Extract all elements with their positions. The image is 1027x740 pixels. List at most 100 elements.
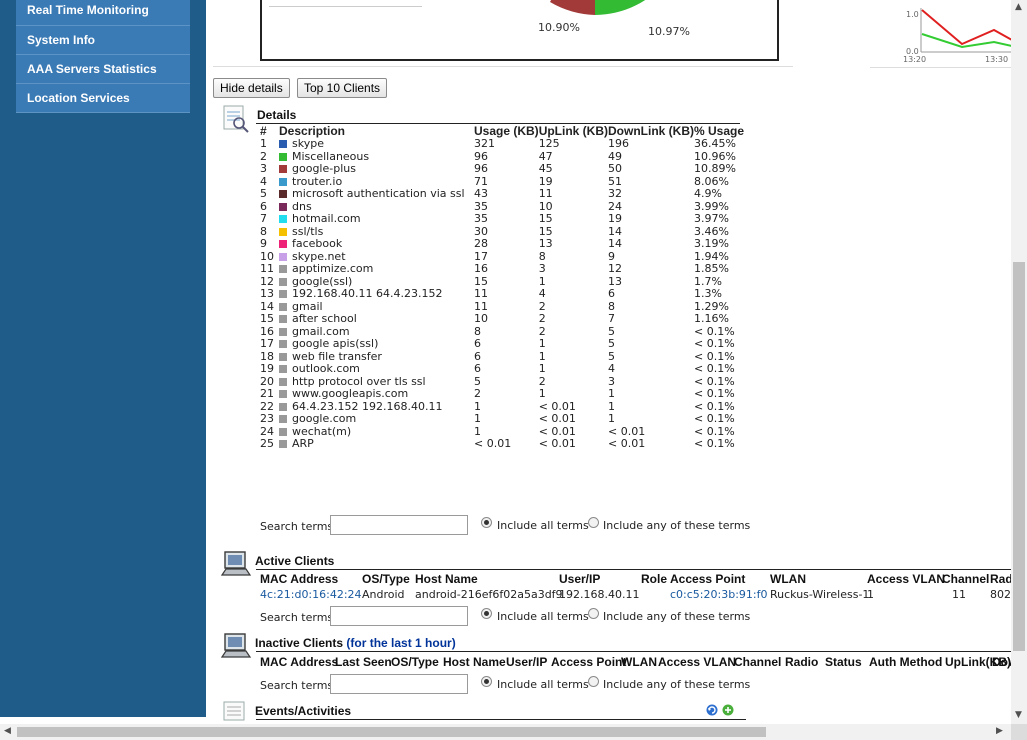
legend-swatch [279,302,287,311]
row-usage: 96 [474,149,488,163]
inactive-include-any-radio[interactable] [588,676,599,687]
legend-swatch [279,240,287,249]
table-row: 10 skype.net 17 8 9 1.94% [256,249,744,264]
description-text: web file transfer [292,349,382,363]
row-description: microsoft authentication via ssl [279,188,474,201]
scroll-right-arrow-icon[interactable]: ▶ [996,726,1003,736]
row-percent: < 0.1% [694,437,735,451]
sidebar-item-system-info[interactable]: System Info [16,26,190,55]
legend-swatch [279,177,287,186]
row-description: 64.4.23.152 192.168.40.11 [279,400,474,414]
pie-slice-miscellaneous [595,0,646,15]
col-description: Description [279,124,346,138]
vertical-scrollbar[interactable]: ▲ ▼ [1011,0,1027,724]
row-usage: 1 [474,412,481,426]
horizontal-scroll-thumb[interactable] [17,727,766,737]
refresh-icon[interactable] [706,704,718,716]
row-usage: < 0.01 [474,437,512,451]
table-row: 22 64.4.23.152 192.168.40.11 1 < 0.01 1 < 0.1… [256,399,744,414]
row-uplink: 8 [538,249,546,263]
hide-details-button[interactable]: Hide details [213,78,290,98]
active-include-all-radio[interactable] [481,608,492,619]
search-label: Search terms [260,679,334,692]
row-description: google apis(ssl) [279,338,474,351]
sidebar-item-aaa-servers-statistics[interactable]: AAA Servers Statistics [16,55,190,84]
legend-swatch [279,140,287,149]
legend-swatch [279,427,287,436]
row-usage: 17 [474,249,488,263]
table-row: 24 wechat(m) 1 < 0.01 < 0.01 < 0.1% [256,425,744,439]
col-access-vlan: Access VLAN [867,572,946,586]
row-uplink: < 0.01 [538,399,576,413]
col-channel: Channel [734,655,782,669]
description-text: outlook.com [292,362,360,376]
row-percent: < 0.1% [694,374,735,388]
inactive-clients-title: Inactive Clients (for the last 1 hour) [255,636,456,650]
row-description: apptimize.com [279,263,474,276]
row-description: skype [279,138,474,151]
sidebar-item-location-services[interactable]: Location Services [16,84,190,113]
client-ap-link[interactable]: c0:c5:20:3b:91:f0 [670,588,767,601]
active-include-any-radio[interactable] [588,608,599,619]
events-title: Events/Activities [255,704,352,718]
sidebar-item-real-time-monitoring[interactable]: Real Time Monitoring [16,0,190,26]
pie-label-miscellaneous: 10.97% [648,25,690,38]
row-uplink: 15 [538,212,553,226]
row-number: 16 [260,324,274,338]
client-mac-link[interactable]: 4c:21:d0:16:42:24 [260,588,362,601]
row-uplink: 2 [538,324,546,338]
table-row: 25 ARP < 0.01 < 0.01 < 0.01 < 0.1% [256,438,744,451]
table-row: 14 gmail 11 2 8 1.29% [256,299,744,314]
inactive-include-all-radio[interactable] [481,676,492,687]
row-description: facebook [279,238,474,251]
description-text: google apis(ssl) [292,337,379,351]
table-row: 23 google.com 1 < 0.01 1 < 0.1% [256,413,744,426]
details-table: # Description Usage (KB) UpLink (KB) Dow… [256,124,744,451]
details-include-all-radio[interactable] [481,517,492,528]
row-description: google.com [279,413,474,426]
row-percent: 4.9% [694,187,722,201]
description-text: Miscellaneous [292,149,370,163]
legend-swatch [279,215,287,224]
pie-slice-google-plus [550,0,595,15]
row-usage: 2 [474,387,481,401]
scroll-left-arrow-icon[interactable]: ◀ [4,726,11,736]
col-user-ip: User/IP [559,572,601,586]
row-uplink: 3 [538,262,546,276]
include-all-label: Include all terms [497,678,589,691]
scroll-up-arrow-icon[interactable]: ▲ [1015,2,1022,12]
y-tick-1: 1.0 [906,10,919,19]
details-include-any-radio[interactable] [588,517,599,528]
active-clients-search-input[interactable] [330,606,468,626]
row-number: 8 [260,224,267,238]
vertical-scroll-thumb[interactable] [1013,262,1025,651]
top10-clients-button[interactable]: Top 10 Clients [297,78,388,98]
client-ip: 192.168.40.11 [559,588,640,601]
row-description: trouter.io [279,175,474,189]
pie-label-google-plus: 10.90% [538,21,580,34]
row-downlink: 7 [608,312,616,326]
row-uplink: 45 [538,162,553,176]
add-icon[interactable] [722,704,734,716]
active-clients-rule [256,569,1011,570]
divider [870,67,1012,68]
inactive-clients-search-input[interactable] [330,674,468,694]
horizontal-scrollbar[interactable]: ◀ ▶ [0,724,1011,740]
client-os: Android [362,588,405,601]
details-search-input[interactable] [330,515,468,535]
table-row: 21 www.googleapis.com 2 1 1 < 0.1% [256,388,744,401]
row-usage: 6 [474,337,481,351]
row-uplink: 2 [538,374,546,388]
row-percent: 10.96% [694,149,736,163]
row-description: web file transfer [279,349,474,364]
series-line-green [921,33,1013,49]
row-downlink: 196 [608,137,630,151]
table-row: 6 dns 35 10 24 3.99% [256,200,744,214]
row-uplink: 47 [538,149,553,163]
inactive-clients-subtitle: (for the last 1 hour) [346,636,456,650]
row-downlink: 8 [608,299,616,313]
scroll-down-arrow-icon[interactable]: ▼ [1015,710,1022,720]
row-number: 15 [260,312,274,326]
table-row: 3 google-plus 96 45 50 10.89% [256,163,744,176]
table-row: 17 google apis(ssl) 6 1 5 < 0.1% [256,338,744,351]
